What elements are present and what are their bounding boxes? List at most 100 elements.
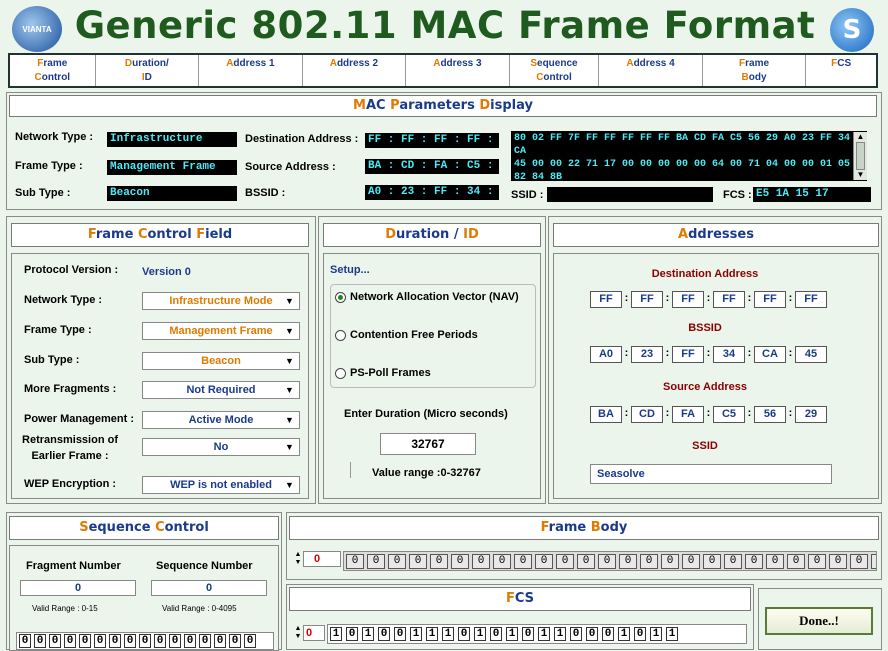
fcs-bit: 1 <box>410 627 422 641</box>
address-octet[interactable]: FF <box>713 291 745 308</box>
address-octet[interactable]: FF <box>672 291 704 308</box>
fcf-row-dropdown[interactable]: Beacon ▼ <box>142 352 300 370</box>
protocol-version-value: Version 0 <box>142 266 191 278</box>
scroll-down-icon[interactable]: ▼ <box>854 170 867 180</box>
frame-bar-label-rest: uration/ <box>132 58 169 69</box>
frame-bar-label-rest: ontrol <box>543 72 572 83</box>
hex-scrollbar[interactable]: ▲ ▼ <box>853 132 867 180</box>
frame-bar-cell: Address 4 <box>599 55 703 86</box>
radio-icon[interactable] <box>335 367 346 379</box>
address-octet[interactable]: 56 <box>754 406 786 423</box>
chevron-down-icon[interactable]: ▼ <box>282 383 297 397</box>
sequence-bit: 0 <box>64 634 76 648</box>
fcf-row-dropdown[interactable]: Not Required ▼ <box>142 381 300 399</box>
done-button[interactable]: Done..! <box>765 607 873 635</box>
fcf-row-dropdown[interactable]: Active Mode ▼ <box>142 411 300 429</box>
title-part: AC <box>365 98 391 113</box>
octet-separator: : <box>624 292 629 304</box>
addresses-panel: Addresses Destination Address FF: FF: FF: F… <box>548 216 882 504</box>
chevron-down-icon[interactable]: ▼ <box>282 440 297 454</box>
frame-bar-label-line2: Control <box>510 71 599 85</box>
scroll-thumb[interactable] <box>856 142 865 170</box>
fcf-row-dropdown-value: Infrastructure Mode <box>169 295 273 307</box>
address-octet[interactable]: CD <box>631 406 663 423</box>
radio-icon[interactable] <box>335 329 346 341</box>
fragment-number-input[interactable]: 0 <box>20 580 136 596</box>
address-octet[interactable]: A0 <box>590 346 622 363</box>
fcs-bit: 1 <box>554 627 566 641</box>
frame-bar-label-rest: rame <box>745 58 770 69</box>
address-octet[interactable]: FF <box>754 291 786 308</box>
title-part: M <box>353 98 366 113</box>
radio-icon[interactable] <box>335 291 346 303</box>
address-octet[interactable]: 29 <box>795 406 827 423</box>
frame-bar-label-rest: ddress 1 <box>233 58 275 69</box>
address-octet[interactable]: C5 <box>713 406 745 423</box>
chevron-down-icon[interactable]: ▼ <box>282 324 297 338</box>
frame-body-byte: 0 <box>808 554 826 569</box>
sequence-number-input[interactable]: 0 <box>151 580 267 596</box>
fragment-number-label: Fragment Number <box>26 560 121 572</box>
duration-option[interactable]: PS-Poll Frames <box>335 367 431 379</box>
frame-body-byte: 0 <box>367 554 385 569</box>
chevron-down-icon[interactable]: ▼ <box>282 478 297 492</box>
address-octet[interactable]: FF <box>672 346 704 363</box>
title-part: equence <box>88 520 156 535</box>
frame-body-byte: 0 <box>661 554 679 569</box>
duration-input[interactable]: 32767 <box>380 433 476 455</box>
address-octet[interactable]: FA <box>672 406 704 423</box>
title-part: ontrol <box>164 520 209 535</box>
frame-bar-label-rest: ontrol <box>41 72 71 83</box>
address-octet[interactable]: 45 <box>795 346 827 363</box>
chevron-down-icon[interactable]: ▼ <box>282 413 297 427</box>
fcs-bit: 1 <box>506 627 518 641</box>
duration-option[interactable]: Network Allocation Vector (NAV) <box>335 291 519 303</box>
addresses-body: Destination Address FF: FF: FF: FF: FF: FF BS… <box>553 253 879 499</box>
sequence-bit: 0 <box>184 634 196 648</box>
frame-bar-label-initial: S <box>530 58 538 69</box>
address-octet[interactable]: CA <box>754 346 786 363</box>
hex-line: 80 02 FF 7F FF FF FF FF FF BA CD FA C5 5… <box>514 133 851 157</box>
address-octet[interactable]: FF <box>590 291 622 308</box>
frame-bar-label: Address 2 <box>303 57 406 71</box>
network-type-value: Infrastructure <box>107 132 237 147</box>
title-part: isplay <box>490 98 533 113</box>
scroll-up-icon[interactable]: ▲ <box>854 132 867 142</box>
octet-separator: : <box>788 292 793 304</box>
fcs-index-input[interactable]: 0 <box>303 625 325 641</box>
title-part: ddresses <box>688 227 754 242</box>
chevron-down-icon[interactable]: ▼ <box>282 294 297 308</box>
address-octet[interactable]: 34 <box>713 346 745 363</box>
fcf-row-dropdown[interactable]: No ▼ <box>142 438 300 456</box>
duration-option[interactable]: Contention Free Periods <box>335 329 478 341</box>
fcs-bit: 1 <box>362 627 374 641</box>
addresses-title: Addresses <box>553 223 879 247</box>
fcs-spinner-icon[interactable]: ▲ ▼ <box>293 625 303 641</box>
divider <box>350 462 351 478</box>
bssid-label: BSSID : <box>245 187 286 199</box>
title-part: ID <box>463 227 479 242</box>
frame-body-length-input[interactable]: 0 <box>303 551 341 567</box>
address-octet[interactable]: BA <box>590 406 622 423</box>
address-octet[interactable]: FF <box>795 291 827 308</box>
fcf-row-dropdown[interactable]: WEP is not enabled ▼ <box>142 476 300 494</box>
address-octet[interactable]: FF <box>631 291 663 308</box>
hex-dump: 80 02 FF 7F FF FF FF FF FF BA CD FA C5 5… <box>511 131 867 181</box>
address-octet[interactable]: 23 <box>631 346 663 363</box>
fcf-row-dropdown-value: Active Mode <box>188 414 254 426</box>
fcf-row-dropdown[interactable]: Management Frame ▼ <box>142 322 300 340</box>
ssid-heading: SSID <box>692 440 718 452</box>
octet-separator: : <box>624 347 629 359</box>
fcf-row-label-line: Earlier Frame : <box>31 450 109 462</box>
title-part: D <box>479 98 491 113</box>
ssid-input[interactable]: Seasolve <box>590 464 832 484</box>
fcs-bit: 0 <box>346 627 358 641</box>
frame-body-spinner-icon[interactable]: ▲ ▼ <box>293 551 303 567</box>
duration-range-label: Value range :0-32767 <box>372 467 481 479</box>
title-part: F <box>505 591 515 606</box>
frame-body-byte: 0 <box>514 554 532 569</box>
fcf-row-dropdown[interactable]: Infrastructure Mode ▼ <box>142 292 300 310</box>
frame-bar-label-rest: ody <box>748 72 767 83</box>
sub-type-label: Sub Type : <box>15 187 71 199</box>
chevron-down-icon[interactable]: ▼ <box>282 354 297 368</box>
